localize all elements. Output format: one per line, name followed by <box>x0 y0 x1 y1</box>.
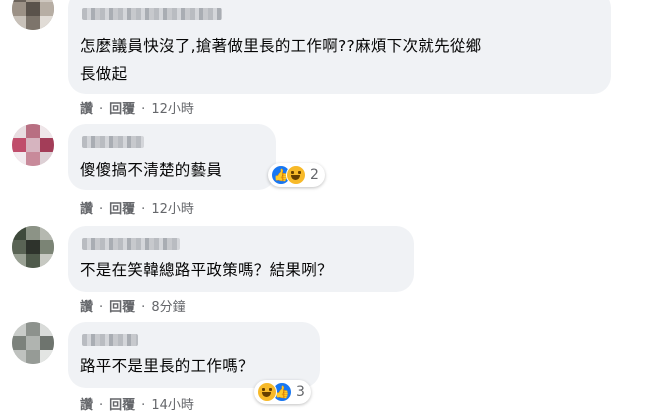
reaction-count: 2 <box>310 167 319 183</box>
comment-text-line: 路平不是里長的工作嗎？ <box>80 357 254 375</box>
reaction-summary[interactable]: 👍 2 <box>268 163 325 187</box>
haha-icon <box>286 165 306 185</box>
separator: · <box>141 300 146 315</box>
comment-actions: 讚 · 回覆 · 14小時 <box>80 394 194 413</box>
like-link[interactable]: 讚 <box>80 296 93 315</box>
comment-actions: 讚 · 回覆 · 8分鐘 <box>80 296 186 315</box>
separator: · <box>141 398 146 413</box>
separator: · <box>141 102 146 117</box>
like-link[interactable]: 讚 <box>80 98 93 117</box>
comment-bubble: 傻傻搞不清楚的藝員 <box>68 124 276 190</box>
comment-text-line: 不是在笑韓總路平政策嗎？結果咧？ <box>80 261 333 279</box>
avatar[interactable] <box>12 226 54 268</box>
comment-text-line: 長做起 <box>80 65 128 83</box>
comment-actions: 讚 · 回覆 · 12小時 <box>80 98 194 117</box>
timestamp[interactable]: 8分鐘 <box>151 296 185 315</box>
reply-link[interactable]: 回覆 <box>109 98 135 117</box>
comment-actions: 讚 · 回覆 · 12小時 <box>80 198 194 217</box>
like-link[interactable]: 讚 <box>80 394 93 413</box>
avatar[interactable] <box>12 0 54 30</box>
separator: · <box>99 102 104 117</box>
comment-bubble: 路平不是里長的工作嗎？ <box>68 322 320 388</box>
like-link[interactable]: 讚 <box>80 198 93 217</box>
reply-link[interactable]: 回覆 <box>109 198 135 217</box>
timestamp[interactable]: 14小時 <box>151 394 194 413</box>
haha-icon <box>257 382 277 402</box>
author-name-redacted[interactable] <box>82 136 144 148</box>
separator: · <box>99 398 104 413</box>
avatar[interactable] <box>12 322 54 364</box>
reply-link[interactable]: 回覆 <box>109 296 135 315</box>
reply-link[interactable]: 回覆 <box>109 394 135 413</box>
timestamp[interactable]: 12小時 <box>151 98 194 117</box>
comment-bubble: 怎麼議員快沒了,搶著做里長的工作啊??麻煩下次就先從鄉 長做起 <box>68 0 611 94</box>
reaction-count: 3 <box>296 384 305 400</box>
comment-text-line: 傻傻搞不清楚的藝員 <box>80 161 223 179</box>
comment-bubble: 不是在笑韓總路平政策嗎？結果咧？ <box>68 226 414 292</box>
avatar[interactable] <box>12 124 54 166</box>
author-name-redacted[interactable] <box>82 8 222 20</box>
separator: · <box>99 300 104 315</box>
separator: · <box>141 202 146 217</box>
separator: · <box>99 202 104 217</box>
reaction-summary[interactable]: 👍 3 <box>254 380 311 404</box>
author-name-redacted[interactable] <box>82 238 180 250</box>
comment-text-line: 怎麼議員快沒了,搶著做里長的工作啊??麻煩下次就先從鄉 <box>80 37 482 55</box>
author-name-redacted[interactable] <box>82 334 138 346</box>
timestamp[interactable]: 12小時 <box>151 198 194 217</box>
